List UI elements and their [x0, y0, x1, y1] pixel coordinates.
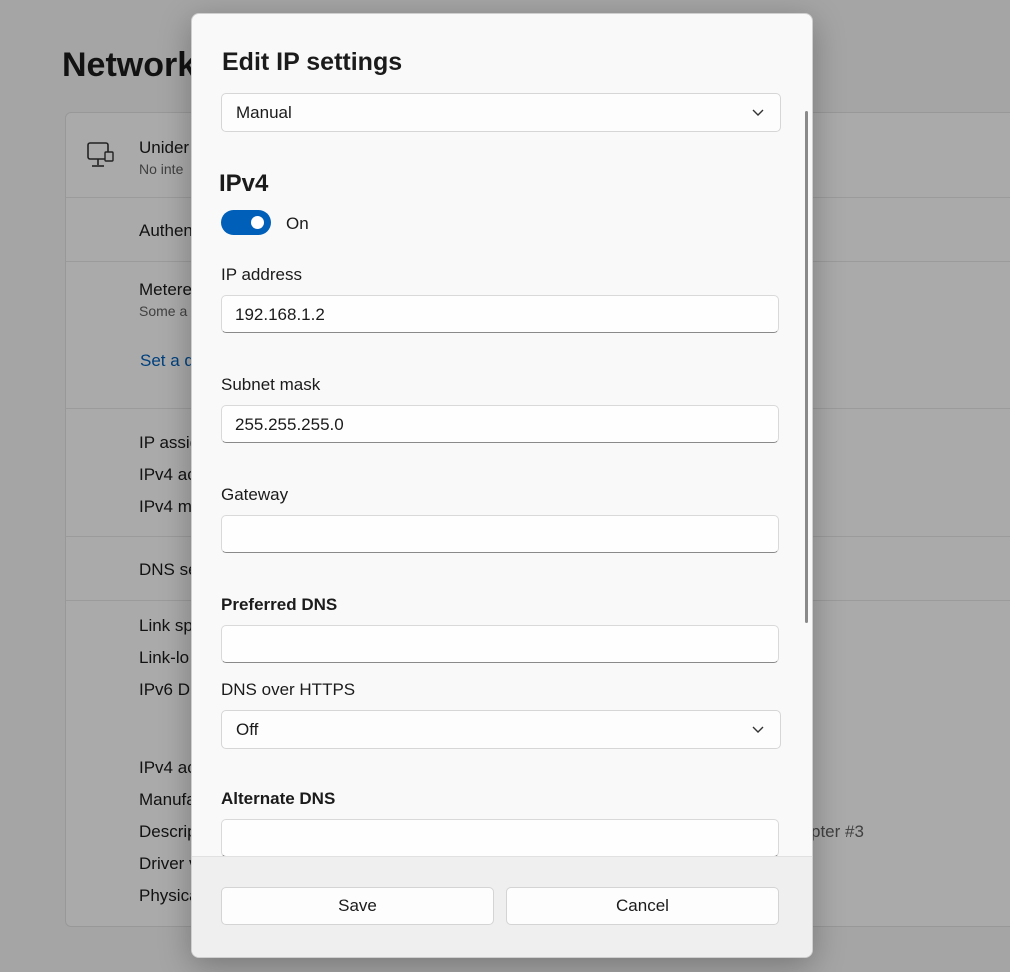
ipv4-toggle-label: On: [286, 214, 309, 233]
subnet-mask-value: 255.255.255.0: [235, 415, 344, 434]
alternate-dns-label: Alternate DNS: [221, 789, 336, 808]
alternate-dns-field[interactable]: [221, 819, 779, 856]
dialog-scrollbar[interactable]: [805, 111, 808, 623]
preferred-dns-field[interactable]: [221, 625, 779, 663]
ip-mode-value: Manual: [236, 103, 292, 122]
dns-over-https-select[interactable]: Off: [221, 710, 781, 749]
subnet-mask-label: Subnet mask: [221, 375, 321, 394]
dialog-title: Edit IP settings: [222, 48, 403, 76]
ip-mode-select[interactable]: Manual: [221, 93, 781, 132]
cancel-button[interactable]: Cancel: [506, 887, 779, 925]
ip-address-label: IP address: [221, 265, 302, 284]
ip-address-field[interactable]: 192.168.1.2: [221, 295, 779, 333]
ipv4-heading: IPv4: [219, 170, 269, 197]
chevron-down-icon: [752, 726, 764, 733]
subnet-mask-field[interactable]: 255.255.255.0: [221, 405, 779, 443]
dialog-footer: Save Cancel: [192, 856, 812, 957]
gateway-field[interactable]: [221, 515, 779, 553]
chevron-down-icon: [752, 109, 764, 116]
ip-address-value: 192.168.1.2: [235, 305, 325, 324]
preferred-dns-label: Preferred DNS: [221, 595, 338, 614]
gateway-label: Gateway: [221, 485, 289, 504]
toggle-knob: [251, 216, 264, 229]
dialog-content[interactable]: Edit IP settings Manual IPv4 On IP addre…: [192, 14, 812, 856]
dns-over-https-label: DNS over HTTPS: [221, 680, 356, 699]
ipv4-toggle[interactable]: [221, 210, 271, 235]
edit-ip-settings-dialog: Edit IP settings Manual IPv4 On IP addre…: [191, 13, 813, 958]
save-button[interactable]: Save: [221, 887, 494, 925]
dns-over-https-value: Off: [236, 720, 259, 739]
